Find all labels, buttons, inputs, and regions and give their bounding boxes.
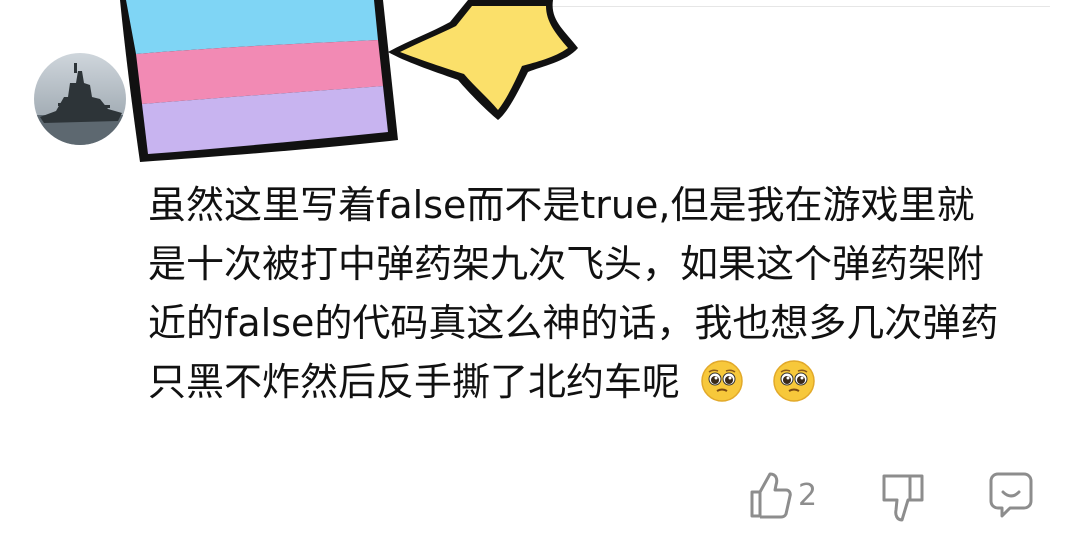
comment-line: 近的false的代码真这么神的话，我也想多几次弹药 xyxy=(148,301,999,345)
comment-line: 是十次被打中弹药架九次飞头，如果这个弹药架附 xyxy=(148,242,985,286)
pleading-face-emoji xyxy=(773,359,815,402)
like-button[interactable]: 2 xyxy=(748,470,817,520)
pleading-face-emoji xyxy=(701,359,743,402)
comment-bubble-icon xyxy=(989,472,1033,518)
reply-button[interactable] xyxy=(988,470,1034,520)
dislike-button[interactable] xyxy=(880,470,926,524)
comment-actions: 2 xyxy=(0,470,1080,530)
rainbow-star-sticker xyxy=(98,0,588,175)
top-divider xyxy=(540,6,1050,7)
comment-line: 虽然这里写着false而不是true,但是我在游戏里就 xyxy=(148,183,975,227)
thumbs-up-icon xyxy=(750,472,792,519)
comment-text: 虽然这里写着false而不是true,但是我在游戏里就 是十次被打中弹药架九次飞… xyxy=(148,176,1053,412)
thumbs-down-icon xyxy=(882,474,924,522)
comment-line-text: 只黑不炸然后反手撕了北约车呢 xyxy=(148,360,681,404)
like-count: 2 xyxy=(798,477,818,513)
comment-line: 只黑不炸然后反手撕了北约车呢 xyxy=(148,353,1053,412)
